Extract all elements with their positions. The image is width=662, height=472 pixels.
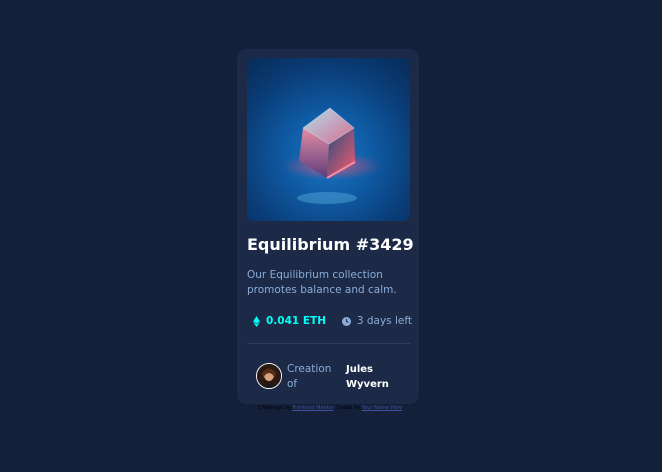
- creator-name[interactable]: Jules Wyvern: [346, 362, 406, 392]
- card-description: Our Equilibrium collection promotes bala…: [247, 269, 397, 296]
- creation-of-label: Creation of: [287, 363, 332, 390]
- cube-illustration: [282, 107, 382, 204]
- price-group: 0.041 ETH: [253, 315, 326, 327]
- author-link[interactable]: Your Name Here: [362, 405, 402, 411]
- equilibrium-image[interactable]: [247, 58, 410, 221]
- card-title[interactable]: Equilibrium #3429: [247, 235, 414, 254]
- clock-icon: [341, 316, 351, 326]
- attribution-text-3: .: [402, 405, 404, 411]
- attribution: Challenge by Frontend Mentor. Coded by Y…: [0, 405, 662, 411]
- ethereum-icon: [253, 315, 260, 327]
- price-value: 0.041 ETH: [266, 315, 326, 327]
- attribution-text-1: Challenge by: [258, 405, 291, 411]
- attribution-text-2: . Coded by: [333, 405, 361, 411]
- avatar: [256, 363, 282, 389]
- card-stats: 0.041 ETH 3 days left: [247, 315, 412, 331]
- time-left-value: 3 days left: [356, 315, 412, 327]
- frontend-mentor-link[interactable]: Frontend Mentor: [292, 405, 333, 411]
- creator-row: Creation of Jules Wyvern: [256, 362, 416, 394]
- divider: [247, 343, 410, 344]
- nft-card: Equilibrium #3429 Our Equilibrium collec…: [237, 49, 419, 404]
- time-group: 3 days left: [341, 315, 412, 327]
